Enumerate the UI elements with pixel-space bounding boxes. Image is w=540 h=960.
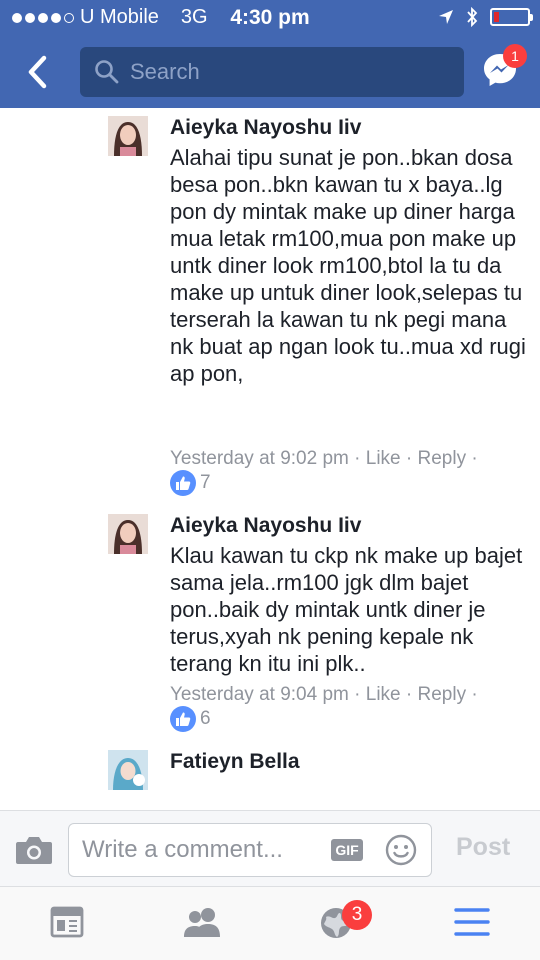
back-button[interactable] [22,52,56,92]
post-button[interactable]: Post [456,833,510,862]
camera-icon [16,837,52,864]
notifications-badge: 3 [342,900,372,930]
like-link[interactable]: Like [366,448,401,469]
search-icon [95,60,119,84]
comment-meta: Yesterday at 9:04 pm · Like · Reply · [170,684,478,705]
avatar[interactable] [108,750,148,790]
search-input[interactable] [130,47,450,97]
tab-bar [0,886,540,960]
emoji-button[interactable] [385,834,417,866]
comment-meta: Yesterday at 9:02 pm · Like · Reply · [170,448,478,469]
thumbs-up-icon [170,706,196,732]
comment-box[interactable]: GIF [68,823,432,877]
tab-menu[interactable] [454,905,494,941]
reaction-summary[interactable]: 6 [170,706,211,732]
tab-friends[interactable] [182,905,222,941]
reaction-summary[interactable]: 7 [170,470,211,496]
bluetooth-icon [467,7,478,27]
like-count: 6 [200,708,211,729]
comment-timestamp: Yesterday at 9:02 pm [170,448,349,469]
smiley-icon [385,834,417,866]
search-bar[interactable] [80,47,464,97]
news-feed-icon [50,906,84,938]
comment-input[interactable] [82,824,322,876]
comment-text: Alahai tipu sunat je pon..bkan dosa besa… [170,145,526,386]
status-bar: U Mobile 3G 4:30 pm [0,0,540,34]
like-link[interactable]: Like [366,684,401,705]
messenger-badge: 1 [503,44,527,68]
battery-icon [490,8,533,26]
location-arrow-icon [439,10,453,24]
comment-text: Klau kawan tu ckp nk make up bajet sama … [170,543,523,676]
gif-button[interactable]: GIF [331,839,363,861]
comment-thread: Aieyka Nayoshu Iiv Alahai tipu sunat je … [0,108,540,810]
tab-news-feed[interactable] [49,905,89,941]
avatar[interactable] [108,116,148,156]
reply-link[interactable]: Reply [418,448,467,469]
comment-author[interactable]: Fatieyn Bella [170,750,300,774]
back-icon [28,55,47,89]
comment-timestamp: Yesterday at 9:04 pm [170,684,349,705]
thumbs-up-icon [170,470,196,496]
comment-author[interactable]: Aieyka Nayoshu Iiv [170,116,361,140]
app-header: U Mobile 3G 4:30 pm 1 [0,0,540,108]
comment-composer: GIF Post [0,810,540,886]
camera-button[interactable] [15,835,53,865]
friends-icon [184,908,220,937]
comment-author[interactable]: Aieyka Nayoshu Iiv [170,514,361,538]
menu-icon [454,908,490,936]
avatar[interactable] [108,514,148,554]
reply-link[interactable]: Reply [418,684,467,705]
like-count: 7 [200,472,211,493]
